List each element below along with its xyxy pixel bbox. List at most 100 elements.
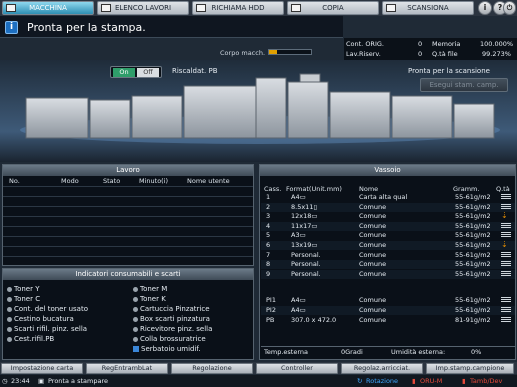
paper-level-icon <box>501 222 511 229</box>
consumable-label: Cest.rifil.PB <box>14 335 55 343</box>
paper-level-icon <box>501 270 511 277</box>
scan-status: Pronta per la scansione <box>408 67 490 75</box>
humidity-value: 0% <box>471 348 482 356</box>
tray-row[interactable]: 8 Personal. Comune 55-61g/m2 <box>261 260 515 270</box>
consumable-label: Cartuccia Pinzatrice <box>140 305 210 313</box>
tab-scansiona[interactable]: SCANSIONA <box>382 1 474 15</box>
consumables-title: Indicatori consumabili e scarti <box>3 269 253 280</box>
sample-print-button[interactable]: Esegui stam. camp. <box>420 78 508 92</box>
tray-row[interactable]: 6 13x19▭ Comune 55-61g/m2 ⇣ <box>261 240 515 250</box>
consumable-staple-cartridge: Cartuccia Pinzatrice <box>133 305 210 313</box>
tray-cass: 6 <box>266 241 271 249</box>
tray-gramm: 55-61g/m2 <box>455 241 491 249</box>
temp-label: Temp.esterna <box>264 348 308 356</box>
tray-format: Personal. <box>291 260 321 269</box>
tray-format: Personal. <box>291 250 321 259</box>
tray-row[interactable]: 1 A4▭ Carta alta qual 55-61g/m2 <box>261 193 515 202</box>
machine-icon <box>6 4 16 12</box>
consumables-panel: Indicatori consumabili e scarti Toner Y … <box>2 268 254 360</box>
machine-illustration <box>0 60 517 162</box>
low-paper-icon: ⇣ <box>501 211 508 221</box>
tray-format: A4▭ <box>291 193 306 201</box>
tray-gramm: 55-61g/m2 <box>455 221 491 230</box>
paper-level-icon <box>501 194 511 200</box>
lav-riserv-value: 0 <box>418 50 423 58</box>
duplex-adjust-button[interactable]: RegEntrambLat <box>86 363 168 374</box>
corpo-label: Corpo macch. <box>220 49 266 57</box>
qta-file-label: Q.tà file <box>432 50 458 58</box>
adjustment-button[interactable]: Regolazione <box>171 363 253 374</box>
scan-icon <box>386 4 396 12</box>
consumable-label: Toner M <box>140 285 168 293</box>
tray-cass: 4 <box>266 221 271 230</box>
heater-off-button[interactable]: Off <box>137 68 159 77</box>
curl-adjust-button[interactable]: Regolaz.arricciat. <box>341 363 423 374</box>
tab-richiama-hdd[interactable]: RICHIAMA HDD <box>192 1 284 15</box>
consumable-toner-m: Toner M <box>133 285 167 293</box>
heater-toggle[interactable]: On Off <box>110 66 162 78</box>
tray-row[interactable]: PB 307.0 x 472.0 Comune 81-91g/m2 <box>261 316 515 325</box>
toner-icon <box>133 296 138 302</box>
tray-row[interactable]: 4 11x17▭ Comune 55-61g/m2 <box>261 221 515 231</box>
tab-copia[interactable]: COPIA <box>287 1 379 15</box>
tray-cass: 1 <box>266 193 271 201</box>
paper-level-icon <box>501 297 511 303</box>
tab-macchina[interactable]: MACCHINA <box>2 1 94 15</box>
tray-format: 12x18▭ <box>291 212 318 221</box>
tray-row[interactable]: 7 Personal. Comune 55-61g/m2 <box>261 251 515 260</box>
heater-on-button[interactable]: On <box>113 68 135 77</box>
main-tab-bar: MACCHINA ELENCO LAVORI RICHIAMA HDD COPI… <box>0 0 517 16</box>
tray-nome: Comune <box>359 269 387 278</box>
tray-row[interactable]: 3 12x18▭ Comune 55-61g/m2 ⇣ <box>261 211 515 221</box>
controller-button[interactable]: Controller <box>256 363 338 374</box>
rotation-label: Rotazione <box>366 377 399 385</box>
toner-icon <box>133 286 138 292</box>
tray-cass: 3 <box>266 212 271 221</box>
paper-level-icon <box>501 317 511 323</box>
tab-label: COPIA <box>322 4 344 12</box>
consumable-humidifier: Serbatoio umidif. <box>133 345 201 353</box>
pb-trim-icon <box>7 336 12 342</box>
tab-label: MACCHINA <box>29 4 67 12</box>
sample-print-settings-button[interactable]: Imp.stamp.campione <box>426 363 514 374</box>
lavoro-title: Lavoro <box>3 165 253 176</box>
tray-row[interactable]: 9 Personal. Comune 55-61g/m2 <box>261 269 515 279</box>
tray-cass: PI1 <box>266 296 276 304</box>
tray-row[interactable]: 5 A3▭ Comune 55-61g/m2 <box>261 231 515 240</box>
paper-setting-button[interactable]: Impostazione carta <box>1 363 83 374</box>
tray-format: 11x17▭ <box>291 221 318 230</box>
consumable-waste-toner: Cont. del toner usato <box>7 305 88 313</box>
consumable-label: Toner C <box>14 295 41 303</box>
job-list-icon <box>101 4 111 12</box>
power-icon: ⏻ <box>506 4 513 12</box>
col-header: Modo <box>61 177 79 185</box>
corpo-level-bar <box>268 49 312 55</box>
bottom-button-bar: Impostazione carta RegEntrambLat Regolaz… <box>0 362 517 374</box>
tray-cass: 2 <box>266 202 271 211</box>
tray-cass: 8 <box>266 260 271 269</box>
col-header: Minuto(i) <box>139 177 169 185</box>
tray-gramm: 55-61g/m2 <box>455 212 491 221</box>
rotation-icon: ↻ <box>357 377 363 385</box>
memoria-value: 100.000% <box>480 40 514 48</box>
oru-label: ORU-M <box>420 377 443 385</box>
tab-label: RICHIAMA HDD <box>211 4 265 12</box>
consumable-label: Toner Y <box>14 285 40 293</box>
glue-icon <box>133 336 138 342</box>
tray-row[interactable]: PI2 A4▭ Comune 55-61g/m2 <box>261 306 515 315</box>
tray-row[interactable]: 2 8.5x11▯ Comune 55-61g/m2 <box>261 202 515 212</box>
consumable-trim-waste: Scarti rifil. pinz. sella <box>7 325 87 333</box>
info-button[interactable]: i <box>478 1 492 15</box>
tray-format: 13x19▭ <box>291 241 318 249</box>
tray-gramm: 55-61g/m2 <box>455 202 491 211</box>
punch-icon <box>7 316 12 322</box>
tab-elenco-lavori[interactable]: ELENCO LAVORI <box>97 1 189 15</box>
tray-cass: 5 <box>266 231 271 240</box>
tray-nome: Carta alta qual <box>359 193 408 201</box>
memoria-label: Memoria <box>432 40 461 48</box>
col-header: No. <box>9 177 20 185</box>
power-button[interactable]: ⏻ <box>503 1 516 15</box>
tray-row[interactable]: PI1 A4▭ Comune 55-61g/m2 <box>261 296 515 305</box>
low-paper-icon: ⇣ <box>501 240 508 249</box>
cont-orig-value: 0 <box>418 40 423 48</box>
